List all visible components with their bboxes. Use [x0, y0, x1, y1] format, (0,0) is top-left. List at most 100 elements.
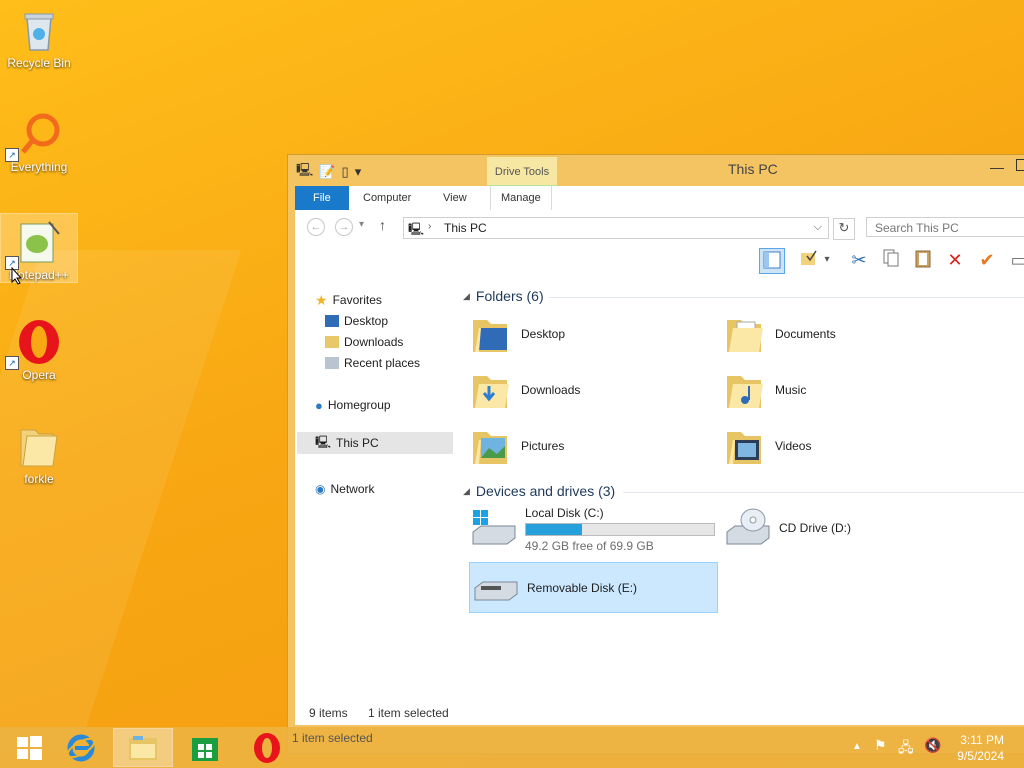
folders-group-header[interactable]: ◢ Folders (6) — [463, 288, 544, 304]
rename-icon[interactable]: ✔ — [975, 248, 999, 272]
folder-name: Music — [775, 383, 807, 397]
status-selected-count: 1 item selected — [368, 706, 449, 720]
downloads-icon — [325, 336, 339, 348]
group-title: Devices and drives (3) — [475, 483, 616, 499]
network-icon: ◉ — [315, 482, 326, 496]
homegroup-icon: ● — [315, 397, 323, 413]
tab-manage[interactable]: Manage — [490, 186, 552, 210]
network-tray-icon[interactable]: 🖧 — [898, 737, 914, 761]
drive-item-e[interactable]: Removable Disk (E:) — [471, 568, 637, 608]
disk-usage-fill — [526, 524, 582, 535]
folder-item-music[interactable]: Music — [723, 368, 806, 412]
desktop-icon-label: Recycle Bin — [7, 56, 71, 70]
this-pc-icon: 🖳 — [408, 222, 425, 236]
more-commands-icon[interactable]: ▭ — [1007, 248, 1024, 272]
desktop-icon-label: Everything — [10, 160, 68, 174]
tab-view[interactable]: View — [433, 186, 477, 210]
nav-network[interactable]: ◉ Network — [315, 479, 375, 499]
music-folder-icon — [727, 376, 763, 408]
items-view: ◢ Folders (6) Desktop Documents Download… — [457, 276, 1024, 700]
opera-icon — [254, 732, 280, 763]
recent-locations-icon[interactable]: ▾ — [359, 219, 364, 230]
delete-icon[interactable]: ✕ — [943, 248, 967, 272]
content-area: ★ Favorites Desktop Downloads Recent pla… — [295, 276, 1024, 700]
clock-time[interactable]: 3:11 PM — [948, 733, 1004, 747]
nav-this-pc[interactable]: 🖳 This PC — [315, 433, 379, 453]
command-toolbar: ▾ ✂ ✕ ✔ ▭ — [295, 244, 1024, 277]
folder-name: Desktop — [521, 327, 566, 341]
desktop-icon-forkle[interactable]: forkle — [1, 418, 77, 492]
devices-group-header[interactable]: ◢ Devices and drives (3) — [463, 483, 615, 499]
copy-icon[interactable] — [879, 248, 903, 272]
nav-downloads[interactable]: Downloads — [325, 332, 403, 352]
status-item-count: 9 items — [309, 706, 348, 720]
folder-name: Documents — [775, 327, 836, 341]
taskbar-file-explorer[interactable] — [113, 728, 173, 767]
action-center-flag-icon[interactable]: ⚑ — [874, 737, 887, 754]
up-button[interactable]: ↑ — [379, 217, 386, 233]
group-divider — [549, 297, 1024, 298]
minimize-button[interactable]: — — [990, 159, 1004, 175]
volume-muted-icon[interactable]: 🔇 — [924, 737, 941, 754]
shortcut-arrow-icon: ↗ — [5, 356, 19, 370]
drive-tools-contextual-header: Drive Tools — [487, 157, 557, 187]
folder-item-documents[interactable]: Documents — [723, 312, 836, 356]
back-button[interactable]: ← — [307, 218, 325, 236]
nav-label: Recent places — [344, 356, 421, 370]
desktop-icon-opera[interactable]: ↗ Opera — [1, 314, 77, 388]
address-box[interactable]: 🖳 › This PC ⌵ — [403, 217, 829, 239]
new-folder-icon[interactable]: ▯ — [342, 164, 349, 180]
nav-label: Homegroup — [327, 398, 391, 412]
customize-qat-icon[interactable]: ▾ — [355, 164, 362, 180]
folder-name: Videos — [775, 439, 812, 453]
nav-favorites[interactable]: ★ Favorites — [315, 290, 382, 310]
desktop-icon-everything[interactable]: ↗ Everything — [1, 106, 77, 180]
drive-free-space: 49.2 GB free of 69.9 GB — [525, 539, 654, 553]
clock-date[interactable]: 9/5/2024 — [948, 749, 1004, 763]
mouse-cursor-icon — [11, 267, 23, 285]
nav-recent-places[interactable]: Recent places — [325, 353, 420, 373]
recycle-bin-icon — [15, 6, 63, 54]
folder-item-desktop[interactable]: Desktop — [469, 312, 565, 356]
folder-item-pictures[interactable]: Pictures — [469, 424, 564, 468]
search-input[interactable]: Search This PC — [866, 217, 1024, 237]
taskbar-store[interactable] — [176, 729, 234, 766]
pictures-folder-icon — [473, 432, 507, 464]
tab-file[interactable]: File — [295, 186, 349, 210]
drive-name: CD Drive (D:) — [779, 521, 851, 535]
videos-folder-icon — [727, 432, 761, 464]
select-dropdown-icon[interactable]: ▾ — [815, 248, 839, 272]
this-pc-icon[interactable]: 🖳 — [296, 161, 313, 183]
properties-icon[interactable]: 📝 — [319, 164, 335, 180]
ribbon-tabs: File Computer View Manage — [295, 186, 1024, 211]
drive-item-c[interactable]: Local Disk (C:) 49.2 GB free of 69.9 GB — [469, 506, 715, 553]
window-titlebar[interactable]: 🖳 📝 ▯ ▾ Drive Tools This PC — — [288, 155, 1024, 187]
tab-computer[interactable]: Computer — [353, 186, 421, 210]
desktop-icon-label: Opera — [22, 368, 56, 382]
forward-button[interactable]: → — [335, 218, 353, 236]
taskbar-internet-explorer[interactable] — [52, 729, 110, 766]
cut-icon[interactable]: ✂ — [847, 248, 871, 272]
start-button[interactable] — [0, 729, 58, 766]
folder-item-downloads[interactable]: Downloads — [469, 368, 580, 412]
refresh-button[interactable]: ↻ — [833, 218, 855, 240]
breadcrumb-chevron-icon: › — [428, 221, 432, 232]
navigation-pane: ★ Favorites Desktop Downloads Recent pla… — [295, 276, 457, 700]
address-dropdown-icon[interactable]: ⌵ — [814, 221, 822, 234]
file-explorer-icon — [129, 735, 157, 760]
taskbar-opera[interactable] — [238, 729, 296, 766]
star-icon: ★ — [315, 291, 328, 308]
folder-item-videos[interactable]: Videos — [723, 424, 811, 468]
nav-desktop[interactable]: Desktop — [325, 311, 388, 331]
folder-icon — [15, 422, 63, 470]
desktop-icon-recycle-bin[interactable]: Recycle Bin — [1, 2, 77, 76]
preview-pane-button[interactable] — [759, 248, 785, 274]
nav-homegroup[interactable]: ● Homegroup — [315, 395, 391, 415]
file-explorer-window[interactable]: 🖳 📝 ▯ ▾ Drive Tools This PC — File Compu… — [287, 154, 1024, 754]
nav-label: Desktop — [344, 314, 389, 328]
drive-item-d[interactable]: CD Drive (D:) — [723, 506, 851, 550]
maximize-button[interactable] — [1016, 159, 1024, 171]
window-title: This PC — [728, 161, 778, 177]
show-hidden-icons[interactable]: ▲ — [852, 741, 862, 752]
paste-icon[interactable] — [911, 248, 935, 272]
